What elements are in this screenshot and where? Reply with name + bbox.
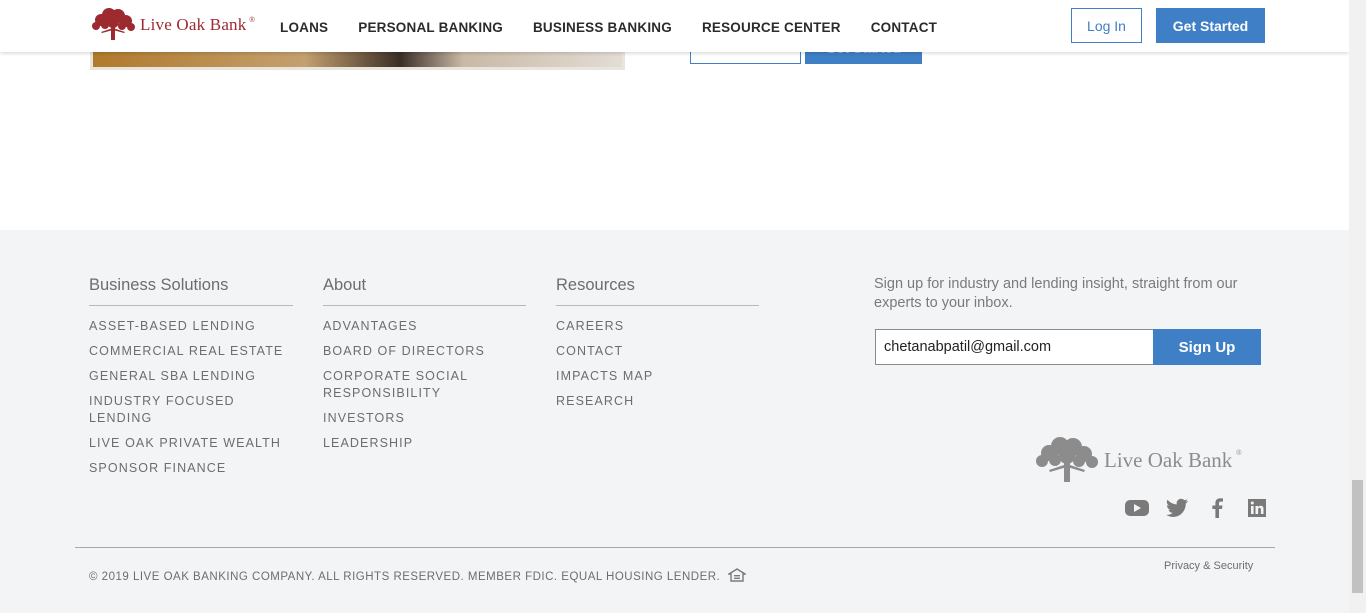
footer-column-about: About ADVANTAGES BOARD OF DIRECTORS CORP… — [323, 276, 526, 460]
footer-link[interactable]: RESEARCH — [556, 393, 759, 410]
scrollbar-thumb[interactable] — [1352, 480, 1363, 593]
nav-loans[interactable]: LOANS — [280, 20, 328, 35]
email-field[interactable] — [875, 329, 1154, 365]
facebook-icon[interactable] — [1204, 498, 1230, 518]
copyright-label: © 2019 LIVE OAK BANKING COMPANY. ALL RIG… — [89, 570, 721, 583]
equal-housing-icon — [726, 568, 748, 585]
main-nav: LOANS PERSONAL BANKING BUSINESS BANKING … — [280, 20, 967, 35]
logo-text: Live Oak Bank — [140, 15, 247, 34]
column-title: About — [323, 276, 526, 306]
login-button[interactable]: Log In — [1071, 8, 1142, 43]
linkedin-icon[interactable] — [1244, 498, 1270, 518]
site-footer: Business Solutions ASSET-BASED LENDING C… — [0, 230, 1349, 613]
footer-link[interactable]: CONTACT — [556, 343, 759, 360]
social-links — [1124, 498, 1270, 518]
column-title: Business Solutions — [89, 276, 293, 306]
nav-personal-banking[interactable]: PERSONAL BANKING — [358, 20, 503, 35]
nav-contact[interactable]: CONTACT — [871, 20, 937, 35]
footer-divider — [75, 547, 1275, 548]
copyright-text: © 2019 LIVE OAK BANKING COMPANY. ALL RIG… — [89, 568, 748, 585]
oak-tree-icon — [1036, 437, 1098, 482]
footer-link[interactable]: GENERAL SBA LENDING — [89, 368, 293, 385]
footer-link[interactable]: COMMERCIAL REAL ESTATE — [89, 343, 293, 360]
footer-link[interactable]: CAREERS — [556, 318, 759, 335]
nav-resource-center[interactable]: RESOURCE CENTER — [702, 20, 841, 35]
footer-link[interactable]: INVESTORS — [323, 410, 526, 427]
footer-link[interactable]: IMPACTS MAP — [556, 368, 759, 385]
footer-link[interactable]: ASSET-BASED LENDING — [89, 318, 293, 335]
footer-link[interactable]: INDUSTRY FOCUSED LENDING — [89, 393, 239, 427]
column-title: Resources — [556, 276, 759, 306]
site-header: Live Oak Bank ® LOANS PERSONAL BANKING BU… — [0, 0, 1349, 52]
footer-logo-text: Live Oak Bank — [1104, 447, 1233, 472]
nav-business-banking[interactable]: BUSINESS BANKING — [533, 20, 672, 35]
footer-column-resources: Resources CAREERS CONTACT IMPACTS MAP RE… — [556, 276, 759, 418]
footer-link[interactable]: CORPORATE SOCIAL RESPONSIBILITY — [323, 368, 473, 402]
sign-up-button[interactable]: Sign Up — [1153, 329, 1261, 365]
page-scrollbar[interactable] — [1349, 0, 1366, 613]
footer-link[interactable]: LEADERSHIP — [323, 435, 526, 452]
footer-link[interactable]: BOARD OF DIRECTORS — [323, 343, 526, 360]
twitter-icon[interactable] — [1164, 498, 1190, 518]
footer-link[interactable]: SPONSOR FINANCE — [89, 460, 293, 477]
footer-link[interactable]: ADVANTAGES — [323, 318, 526, 335]
oak-tree-icon — [92, 8, 135, 40]
newsletter-text: Sign up for industry and lending insight… — [874, 276, 1238, 311]
header-logo[interactable]: Live Oak Bank ® — [89, 8, 255, 42]
get-started-button[interactable]: Get Started — [1156, 8, 1265, 43]
footer-column-business-solutions: Business Solutions ASSET-BASED LENDING C… — [89, 276, 293, 485]
footer-logo[interactable]: Live Oak Bank ® — [1034, 436, 1241, 484]
privacy-security-link[interactable]: Privacy & Security — [1164, 560, 1253, 572]
footer-link[interactable]: LIVE OAK PRIVATE WEALTH — [89, 435, 293, 452]
youtube-icon[interactable] — [1124, 498, 1150, 518]
